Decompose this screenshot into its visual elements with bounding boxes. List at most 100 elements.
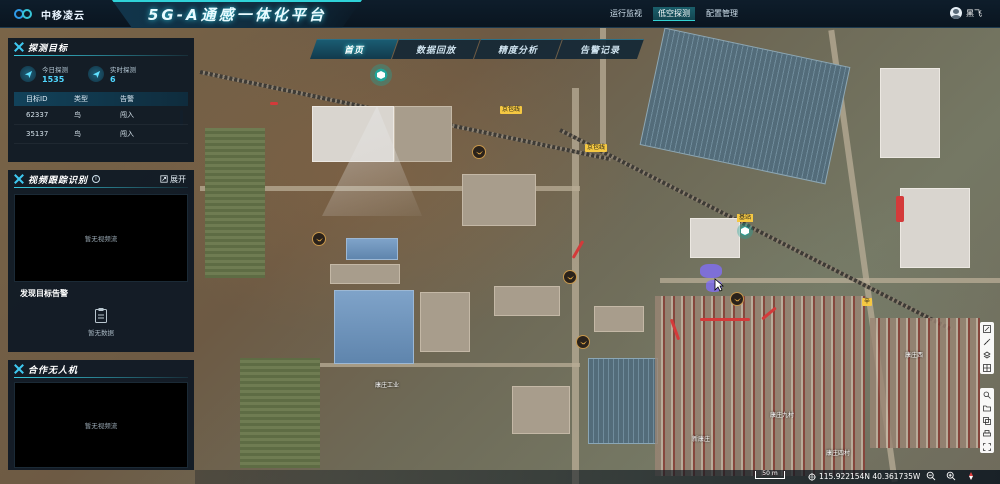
- detect-stats: 今日探测 1535 实时探测 6: [8, 56, 194, 88]
- crosshair-icon: [808, 472, 816, 481]
- base-station-icon: [737, 223, 753, 239]
- detect-panel: 探测目标 今日探测 1535 实时探测 6 目标ID 类型 告警 62337 鸟…: [8, 38, 194, 162]
- video-panel: 视频跟踪识别 i 展开 暂无视频流 发现目标告警 暂无数据: [8, 170, 194, 352]
- expand-icon: [160, 175, 168, 183]
- target-type: 鸟: [74, 111, 81, 119]
- platform-title: 5G-A通感一体化平台: [148, 6, 327, 24]
- zoom-out-icon[interactable]: [926, 471, 936, 481]
- target-id: 35137: [26, 130, 49, 138]
- map-building: [462, 174, 536, 226]
- cross-mark-icon: [14, 42, 24, 52]
- place-label: 康庄四村: [826, 450, 851, 457]
- target-id: 62337: [26, 111, 49, 119]
- compass-icon[interactable]: [966, 471, 976, 481]
- column-header[interactable]: 目标ID: [14, 94, 74, 104]
- map-building: [346, 238, 398, 260]
- ruler-icon[interactable]: [980, 335, 994, 348]
- column-header[interactable]: 类型: [74, 94, 120, 104]
- road-label: 辛: [862, 298, 873, 306]
- table-row[interactable]: 62337 鸟 闯入: [14, 106, 188, 125]
- road-label: 京包线: [500, 106, 523, 114]
- search-icon[interactable]: [980, 388, 994, 401]
- tab-accuracy[interactable]: 精度分析: [474, 39, 562, 59]
- stat-value: 1535: [42, 75, 65, 84]
- panel-header: 视频跟踪识别 i 展开: [8, 170, 194, 188]
- folder-icon[interactable]: [980, 401, 994, 414]
- stat-value: 6: [110, 75, 116, 84]
- road-label: 京包线: [585, 144, 608, 152]
- video-stream-box[interactable]: 暂无视频流: [14, 194, 188, 282]
- panel-title: 合作无人机: [28, 365, 79, 376]
- map-building: [880, 68, 940, 158]
- map-solar-field: [588, 358, 658, 444]
- target-type: 鸟: [74, 130, 81, 138]
- target-cluster: [700, 264, 722, 278]
- nav-config[interactable]: 配置管理: [701, 7, 743, 21]
- place-label: 康庄九村: [770, 412, 795, 419]
- empty-state: 暂无数据: [8, 307, 194, 337]
- expand-button[interactable]: 展开: [160, 174, 186, 185]
- info-icon[interactable]: i: [92, 175, 101, 183]
- brand-logo[interactable]: 中移凌云: [14, 7, 85, 22]
- cross-mark-icon: [14, 174, 24, 184]
- map-village: [870, 318, 980, 448]
- panel-title: 视频跟踪识别: [28, 175, 89, 186]
- app-header: 中移凌云 5G-A通感一体化平台 运行监视 低空探测 配置管理 黑飞: [0, 0, 1000, 28]
- bird-target-icon[interactable]: [472, 145, 486, 159]
- map-building: [420, 292, 470, 352]
- stat-label: 今日探测: [42, 66, 68, 74]
- place-label: 康庄工业: [375, 382, 400, 389]
- place-label: 康庄西: [905, 352, 924, 359]
- map-toolbar-bottom: [980, 388, 994, 453]
- map-field: [240, 358, 320, 468]
- bird-target-icon[interactable]: [563, 270, 577, 284]
- map-building: [334, 290, 414, 364]
- cross-mark-icon: [14, 364, 24, 374]
- target-track: [700, 318, 750, 321]
- print-icon[interactable]: [980, 427, 994, 440]
- scale-bar: 50 m: [755, 471, 785, 479]
- target-track: [896, 196, 904, 222]
- fullscreen-icon[interactable]: [980, 440, 994, 453]
- map-field: [205, 128, 265, 278]
- measure-tool-icon[interactable]: [980, 322, 994, 335]
- copy-icon[interactable]: [980, 414, 994, 427]
- video-stream-box[interactable]: 暂无视频流: [14, 382, 188, 468]
- tab-home[interactable]: 首页: [310, 39, 398, 59]
- clipboard-icon: [95, 308, 107, 323]
- zoom-in-icon[interactable]: [946, 471, 956, 481]
- tab-alarm-records[interactable]: 告警记录: [556, 39, 644, 59]
- panel-header: 探测目标: [8, 38, 194, 56]
- nav-monitoring[interactable]: 运行监视: [605, 7, 647, 21]
- uav-panel: 合作无人机 暂无视频流: [8, 360, 194, 470]
- table-row[interactable]: 35137 鸟 闯入: [14, 125, 188, 144]
- send-arrow-icon: [20, 66, 36, 82]
- place-label: 新康庄: [692, 436, 711, 443]
- bird-target-icon[interactable]: [312, 232, 326, 246]
- bird-target-icon[interactable]: [576, 335, 590, 349]
- mouse-cursor-icon: [714, 278, 724, 292]
- user-menu[interactable]: 黑飞: [950, 7, 982, 19]
- base-station-marker[interactable]: 基站: [737, 214, 754, 239]
- logo-text: 中移凌云: [41, 11, 85, 22]
- map-road: [572, 88, 579, 484]
- nav-detection[interactable]: 低空探测: [653, 7, 695, 21]
- no-video-text: 暂无视频流: [84, 235, 118, 243]
- coordinates-text: 115.922154N 40.361735W: [819, 472, 921, 481]
- no-video-text: 暂无视频流: [84, 422, 118, 430]
- base-station-icon[interactable]: [370, 64, 392, 86]
- avatar: [950, 7, 962, 19]
- tab-playback[interactable]: 数据回放: [392, 39, 480, 59]
- no-data-text: 暂无数据: [88, 329, 114, 337]
- panel-header: 合作无人机: [8, 360, 194, 378]
- map-building: [394, 106, 452, 162]
- column-header[interactable]: 告警: [120, 94, 170, 104]
- top-navigation: 运行监视 低空探测 配置管理: [605, 7, 743, 21]
- grid-icon[interactable]: [980, 361, 994, 374]
- expand-label: 展开: [170, 174, 186, 184]
- station-label: 基站: [737, 214, 754, 222]
- map-building: [512, 386, 570, 434]
- bird-target-icon[interactable]: [730, 292, 744, 306]
- layer-icon[interactable]: [980, 348, 994, 361]
- target-track: [270, 102, 278, 105]
